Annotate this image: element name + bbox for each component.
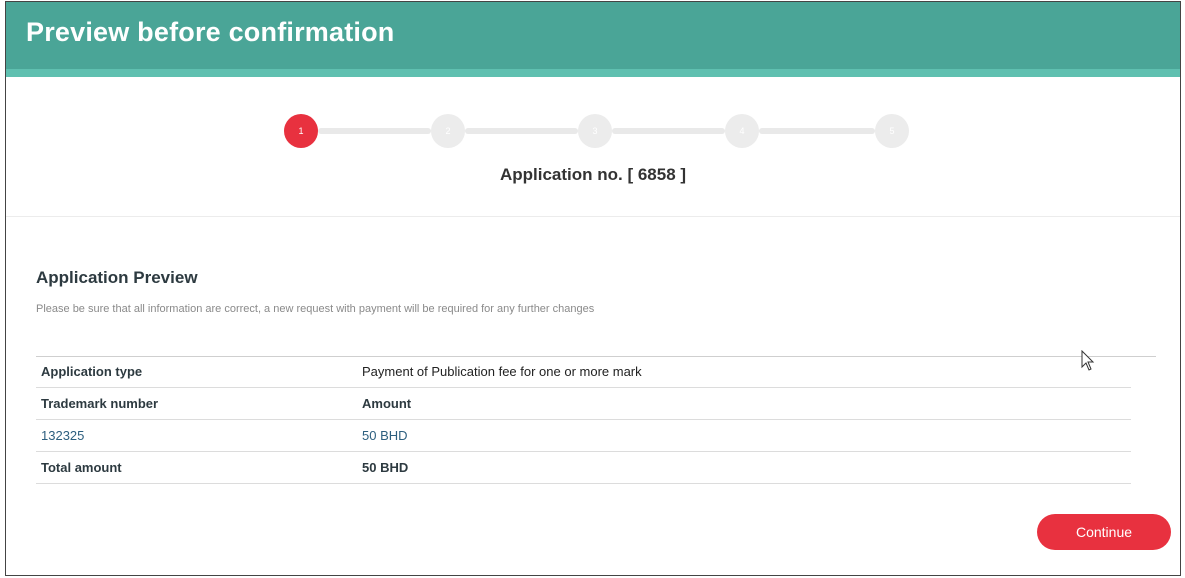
section-title: Application Preview xyxy=(36,268,198,287)
progress-stepper: 1 2 3 4 5 xyxy=(284,114,909,148)
step-3: 3 xyxy=(578,114,612,148)
preview-table: Application type Payment of Publication … xyxy=(36,356,1131,484)
table-row: Trademark number Amount xyxy=(36,388,1131,420)
page-header: Preview before confirmation xyxy=(6,2,1180,77)
row-value: Amount xyxy=(362,396,412,411)
trademark-number: 132325 xyxy=(41,428,85,443)
table-row: Application type Payment of Publication … xyxy=(36,356,1131,388)
table-row: Total amount 50 BHD xyxy=(36,452,1131,484)
mouse-pointer-icon xyxy=(1081,350,1095,371)
amount-value: 50 BHD xyxy=(362,428,408,443)
page-title: Preview before confirmation xyxy=(26,17,395,47)
step-connector xyxy=(318,128,431,134)
step-connector xyxy=(465,128,578,134)
step-4: 4 xyxy=(725,114,759,148)
continue-button[interactable]: Continue xyxy=(1037,514,1171,550)
step-1: 1 xyxy=(284,114,318,148)
page-frame: Preview before confirmation 1 2 3 4 5 Ap… xyxy=(5,1,1181,576)
total-amount-value: 50 BHD xyxy=(362,460,409,475)
step-connector xyxy=(759,128,875,134)
step-2: 2 xyxy=(431,114,465,148)
table-row: 132325 50 BHD xyxy=(36,420,1131,452)
row-label: Total amount xyxy=(41,460,122,475)
row-label: Trademark number xyxy=(41,396,159,411)
application-number: Application no. [ 6858 ] xyxy=(499,165,687,184)
divider xyxy=(6,216,1180,217)
step-5: 5 xyxy=(875,114,909,148)
step-connector xyxy=(612,128,725,134)
row-label: Application type xyxy=(41,364,143,379)
section-note: Please be sure that all information are … xyxy=(36,303,595,315)
row-value: Payment of Publication fee for one or mo… xyxy=(362,364,642,379)
